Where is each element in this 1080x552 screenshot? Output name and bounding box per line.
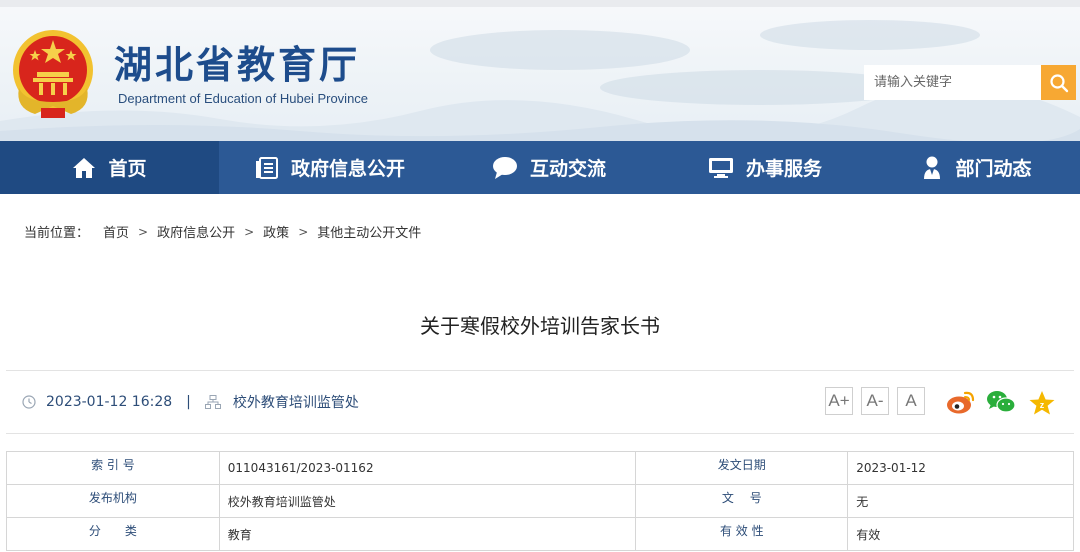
breadcrumb-other-docs-link[interactable]: 其他主动公开文件 [317, 222, 421, 241]
org-chart-icon [204, 395, 221, 409]
font-default-label: A [905, 391, 917, 410]
top-strip [0, 0, 1080, 7]
chat-bubble-icon [492, 156, 518, 180]
search-button[interactable] [1041, 65, 1076, 100]
font-default-button[interactable]: A [897, 387, 925, 415]
main-nav: 首页 政府信息公开 互动交流 办事服务 部门动态 [0, 141, 1080, 194]
breadcrumb-prefix: 当前位置： [24, 226, 90, 241]
document-info-table: 索 引 号 011043161/2023-01162 发文日期 2023-01-… [6, 451, 1074, 551]
publish-datetime: 2023-01-12 16:28 [46, 394, 173, 410]
nav-item-label: 政府信息公开 [290, 158, 405, 180]
table-row: 发布机构 校外教育培训监管处 文 号 无 [6, 484, 1074, 518]
document-list-icon [255, 156, 279, 180]
svg-text:z: z [1040, 400, 1045, 410]
info-value-validity: 有效 [847, 517, 1074, 551]
site-subtitle: Department of Education of Hubei Provinc… [118, 91, 369, 106]
publish-source: 校外教育培训监管处 [232, 395, 359, 411]
info-value-category: 教育 [218, 517, 637, 551]
font-increase-button[interactable]: A+ [825, 387, 853, 415]
info-label-doc-number: 文 号 [635, 484, 849, 518]
search-icon [1049, 73, 1068, 92]
search-input[interactable] [864, 65, 1041, 100]
home-icon [72, 157, 96, 179]
favorite-star-icon: z [1029, 391, 1055, 415]
nav-item-label: 互动交流 [529, 158, 606, 180]
nav-item-interaction[interactable]: 互动交流 [441, 141, 657, 194]
article-meta: 2023-01-12 16:28 | 校外教育培训监管处 [22, 392, 359, 412]
table-row: 索 引 号 011043161/2023-01162 发文日期 2023-01-… [6, 451, 1074, 485]
info-label-date: 发文日期 [635, 451, 849, 485]
nav-item-services[interactable]: 办事服务 [657, 141, 873, 194]
breadcrumb-separator: > [138, 224, 149, 239]
breadcrumb-gov-info-link[interactable]: 政府信息公开 [157, 222, 235, 241]
font-decrease-button[interactable]: A- [861, 387, 889, 415]
info-value-date: 2023-01-12 [847, 451, 1074, 485]
nav-item-home[interactable]: 首页 [0, 141, 219, 194]
font-increase-label: A+ [828, 391, 850, 410]
breadcrumb-separator: > [298, 224, 309, 239]
national-emblem-icon [13, 30, 93, 118]
clock-icon [22, 395, 36, 409]
nav-item-dept-news[interactable]: 部门动态 [873, 141, 1080, 194]
nav-item-label: 办事服务 [745, 158, 822, 180]
article-title: 关于寒假校外培训告家长书 [420, 314, 660, 338]
site-title: 湖北省教育厅 [114, 42, 361, 87]
info-value-doc-number: 无 [847, 484, 1074, 518]
nav-item-label: 部门动态 [955, 158, 1032, 180]
nav-item-label: 首页 [108, 158, 147, 180]
wechat-icon [987, 391, 1016, 413]
share-weibo-button[interactable] [946, 388, 976, 416]
person-pin-icon [921, 155, 943, 181]
nav-item-gov-info[interactable]: 政府信息公开 [219, 141, 441, 194]
divider-line [6, 433, 1074, 434]
share-wechat-button[interactable] [986, 388, 1016, 416]
info-label-category: 分 类 [6, 517, 220, 551]
cloud-decoration [760, 20, 980, 50]
weibo-icon [947, 391, 975, 414]
divider-line [6, 370, 1074, 371]
monitor-icon [708, 157, 734, 179]
cloud-decoration [430, 30, 690, 70]
info-label-index: 索 引 号 [6, 451, 220, 485]
site-header: 湖北省教育厅 Department of Education of Hubei … [0, 0, 1080, 141]
info-value-index: 011043161/2023-01162 [218, 451, 637, 485]
breadcrumb-policy-link[interactable]: 政策 [263, 222, 289, 241]
breadcrumb-home-link[interactable]: 首页 [103, 222, 129, 241]
font-decrease-label: A- [866, 391, 884, 410]
breadcrumb-separator: > [244, 224, 255, 239]
info-label-validity: 有 效 性 [635, 517, 849, 551]
table-row: 分 类 教育 有 效 性 有效 [6, 517, 1074, 551]
info-value-publisher: 校外教育培训监管处 [218, 484, 637, 518]
info-label-publisher: 发布机构 [6, 484, 220, 518]
breadcrumb: 当前位置： 首页 > 政府信息公开 > 政策 > 其他主动公开文件 [24, 222, 421, 242]
meta-separator: | [186, 394, 191, 410]
favorite-button[interactable]: z [1028, 389, 1056, 417]
